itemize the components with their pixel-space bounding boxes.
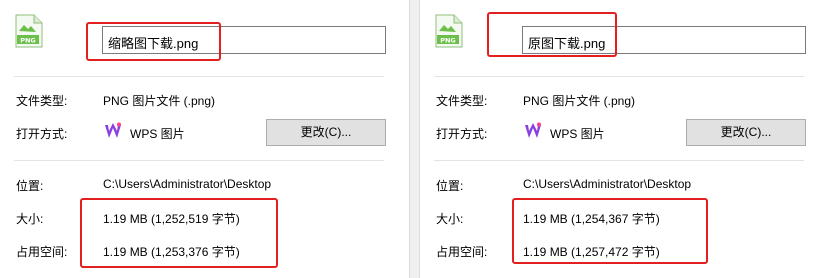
filename-highlight xyxy=(86,22,221,61)
size-on-disk-label: 占用空间: xyxy=(436,245,488,259)
file-type-label: 文件类型: xyxy=(436,94,488,108)
divider xyxy=(434,76,804,77)
wps-picture-icon xyxy=(525,122,541,138)
filename-highlight xyxy=(487,12,617,57)
svg-text:PNG: PNG xyxy=(440,37,456,45)
location-value: C:\Users\Administrator\Desktop xyxy=(103,177,272,191)
svg-text:PNG: PNG xyxy=(20,37,36,45)
size-label: 大小: xyxy=(16,212,44,226)
location-label: 位置: xyxy=(16,179,44,193)
panel-edge xyxy=(409,0,410,278)
size-label: 大小: xyxy=(436,212,464,226)
change-button[interactable]: 更改(C)... xyxy=(686,119,806,146)
png-file-icon: PNG xyxy=(435,14,463,48)
divider xyxy=(14,76,384,77)
file-type-value: PNG 图片文件 (.png) xyxy=(103,94,216,108)
file-type-label: 文件类型: xyxy=(16,94,68,108)
wps-picture-icon xyxy=(105,122,121,138)
size-highlight xyxy=(512,198,708,264)
size-highlight xyxy=(80,198,278,268)
location-label: 位置: xyxy=(436,179,464,193)
divider xyxy=(14,160,384,161)
size-on-disk-label: 占用空间: xyxy=(16,245,68,259)
png-file-icon: PNG xyxy=(15,14,43,48)
location-value: C:\Users\Administrator\Desktop xyxy=(523,177,692,191)
properties-panel-right: PNG 原图下载.png 文件类型: PNG 图片文件 (.png) 打开方式:… xyxy=(420,0,828,278)
open-with-label: 打开方式: xyxy=(436,127,488,141)
open-with-label: 打开方式: xyxy=(16,127,68,141)
divider xyxy=(434,160,804,161)
change-button[interactable]: 更改(C)... xyxy=(266,119,386,146)
open-with-app: WPS 图片 xyxy=(130,127,185,141)
open-with-app: WPS 图片 xyxy=(550,127,605,141)
file-type-value: PNG 图片文件 (.png) xyxy=(523,94,636,108)
properties-panel-left: PNG 缩略图下载.png 文件类型: PNG 图片文件 (.png) 打开方式… xyxy=(0,0,409,278)
